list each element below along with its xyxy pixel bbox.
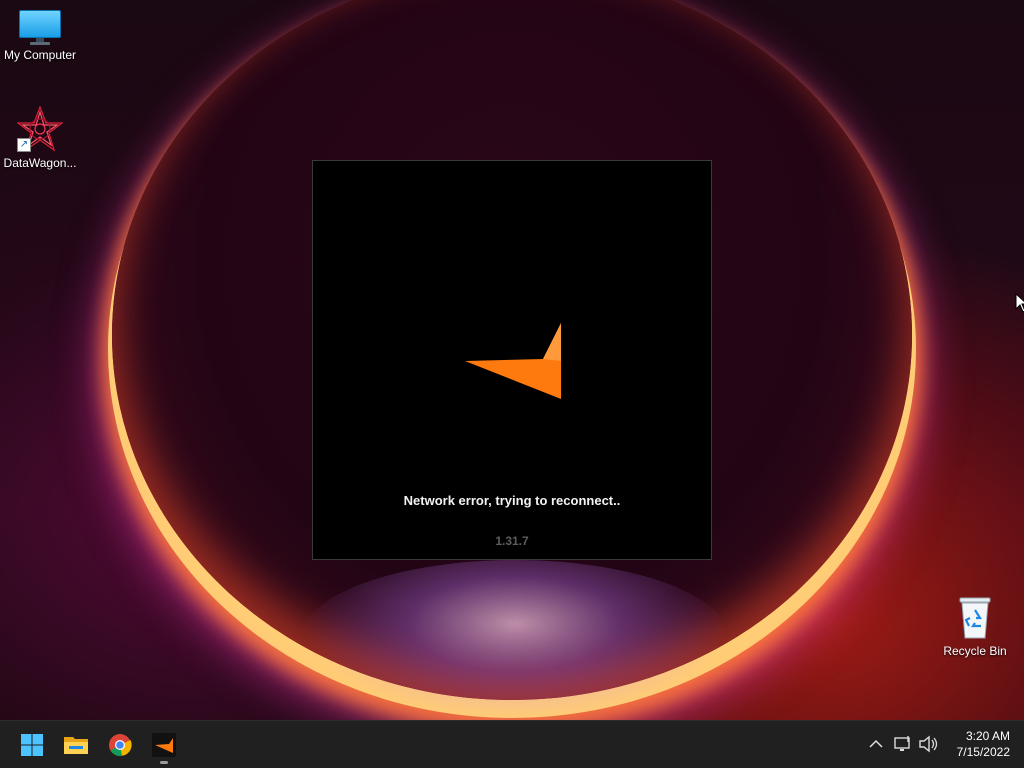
desktop-icon-my-computer[interactable]: My Computer xyxy=(0,10,80,62)
start-button[interactable] xyxy=(12,725,52,765)
mouse-cursor-icon xyxy=(1015,293,1024,313)
file-explorer-button[interactable] xyxy=(56,725,96,765)
app-version-text: 1.31.7 xyxy=(495,534,529,548)
desktop-icon-label: DataWagon... xyxy=(3,156,77,170)
taskbar: 3:20 AM 7/15/2022 xyxy=(0,720,1024,768)
desktop-icon-datawagon[interactable]: ↗ DataWagon... xyxy=(0,105,80,170)
connection-status-text: Network error, trying to reconnect.. xyxy=(403,493,621,508)
desktop-icon-label: Recycle Bin xyxy=(943,644,1007,658)
orange-arrow-logo-icon xyxy=(152,733,176,757)
folder-icon xyxy=(64,737,88,754)
orange-arrow-logo-icon xyxy=(465,323,561,399)
clock-time: 3:20 AM xyxy=(965,729,1010,743)
windows-logo-icon xyxy=(21,734,43,756)
wallpaper-glow xyxy=(300,560,730,720)
shortcut-arrow-icon: ↗ xyxy=(17,138,31,152)
speaker-icon[interactable] xyxy=(917,733,939,755)
network-icon[interactable] xyxy=(892,733,914,755)
app-splash-window[interactable]: Network error, trying to reconnect.. 1.3… xyxy=(312,160,712,560)
clock-date: 7/15/2022 xyxy=(956,745,1010,759)
desktop-icon-label: My Computer xyxy=(3,48,77,62)
app-taskbar-button[interactable] xyxy=(144,725,184,765)
starburst-shortcut-icon: ↗ xyxy=(16,105,64,152)
recycle-bin-icon xyxy=(957,596,993,640)
monitor-icon xyxy=(19,10,61,45)
chrome-button[interactable] xyxy=(100,725,140,765)
desktop-icon-recycle-bin[interactable]: Recycle Bin xyxy=(935,596,1015,658)
system-clock[interactable]: 3:20 AM 7/15/2022 xyxy=(957,728,1010,760)
chevron-up-icon[interactable] xyxy=(865,733,887,755)
chrome-icon xyxy=(109,734,132,756)
